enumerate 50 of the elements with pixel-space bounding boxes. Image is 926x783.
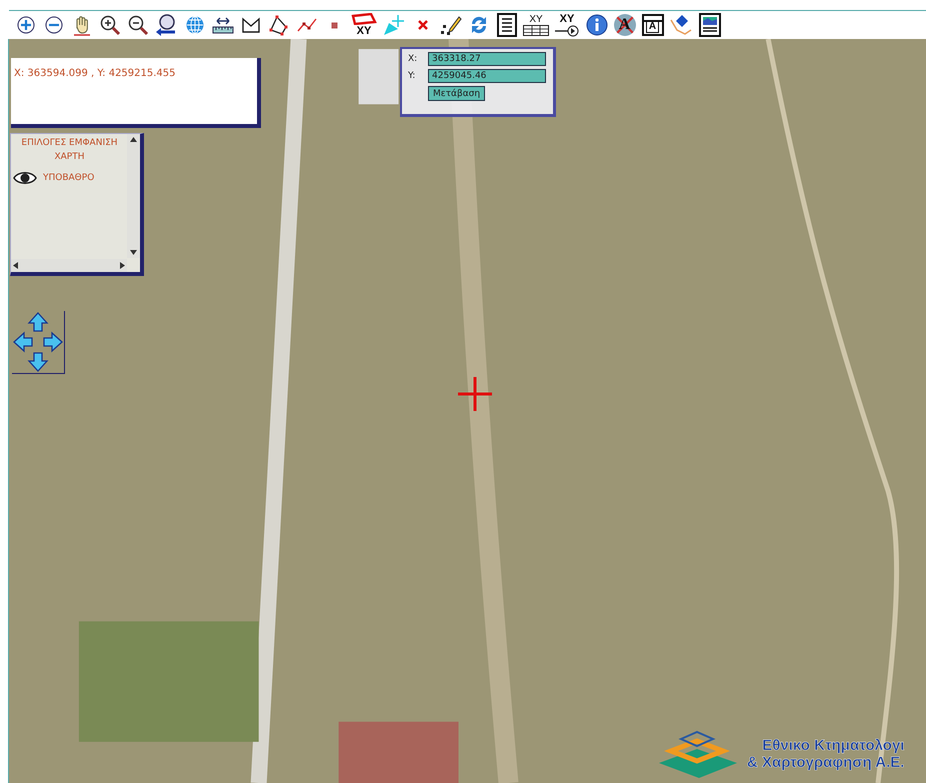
polyline-icon	[296, 16, 318, 34]
polygon-icon	[351, 13, 377, 25]
scroll-right-icon[interactable]	[120, 262, 125, 269]
globe-icon	[184, 15, 204, 35]
toolbar-button[interactable]	[697, 11, 722, 39]
logo-subtitle: & Χαρτογραφηση Α.Ε.	[747, 754, 904, 771]
horizontal-scrollbar[interactable]	[11, 259, 127, 272]
diamond-icon	[669, 14, 693, 36]
ruler-icon	[212, 15, 234, 35]
outline-shape-icon	[240, 16, 260, 34]
point-icon	[331, 22, 338, 28]
eye-icon[interactable]	[13, 170, 37, 186]
table-icon	[523, 25, 549, 36]
toolbar-button[interactable]: XY	[553, 11, 581, 39]
zoom-out-icon	[126, 14, 148, 36]
zoom-out-icon	[44, 15, 64, 35]
arrow-right-icon	[554, 25, 580, 37]
toolbar-button[interactable]: XY	[522, 11, 550, 39]
add-point-icon	[382, 13, 406, 37]
zoom-in-icon	[98, 14, 120, 36]
scroll-up-icon[interactable]	[130, 137, 137, 142]
panel-title: ΕΠΙΛΟΓΕΣ ΕΜΦΑΝΙΣΗ	[21, 137, 118, 150]
crosshair-icon	[458, 377, 492, 411]
logo-title: Εθνικο Κτηματολογι	[762, 737, 904, 754]
layer-name[interactable]: ΥΠΟΒΑΘΡΟ	[43, 173, 94, 183]
info-icon	[586, 14, 608, 36]
xy-label: XY	[560, 13, 574, 25]
pencil-icon	[440, 14, 462, 36]
document-icon	[496, 13, 516, 37]
go-button[interactable]: Μετάβαση	[428, 86, 486, 101]
image-document-icon	[698, 13, 720, 37]
y-coordinate-field[interactable]: 4259045.46	[428, 69, 546, 83]
vertical-scrollbar[interactable]	[127, 134, 140, 258]
x-coordinate-field[interactable]: 363318.27	[428, 52, 546, 66]
close-icon	[416, 19, 428, 31]
scroll-down-icon[interactable]	[130, 250, 137, 255]
x-label: X:	[408, 54, 418, 64]
toolbar-button[interactable]: XY	[350, 11, 378, 39]
layered-squares-logo-icon	[657, 729, 739, 779]
scroll-left-icon[interactable]	[13, 262, 18, 269]
panel-title: ΧΑΡΤΗ	[54, 151, 84, 164]
cursor-coordinates: X: 363594.099 , Y: 4259215.455	[14, 68, 176, 79]
y-label: Y:	[408, 71, 416, 81]
xy-label: XY	[356, 25, 372, 37]
toolbar-button[interactable]	[494, 11, 519, 39]
xy-label: XY	[529, 14, 543, 25]
zoom-in-icon	[16, 15, 36, 35]
zoom-back-icon	[154, 13, 178, 37]
polygon-icon	[268, 14, 290, 36]
pan-arrows-icon[interactable]	[12, 311, 65, 374]
